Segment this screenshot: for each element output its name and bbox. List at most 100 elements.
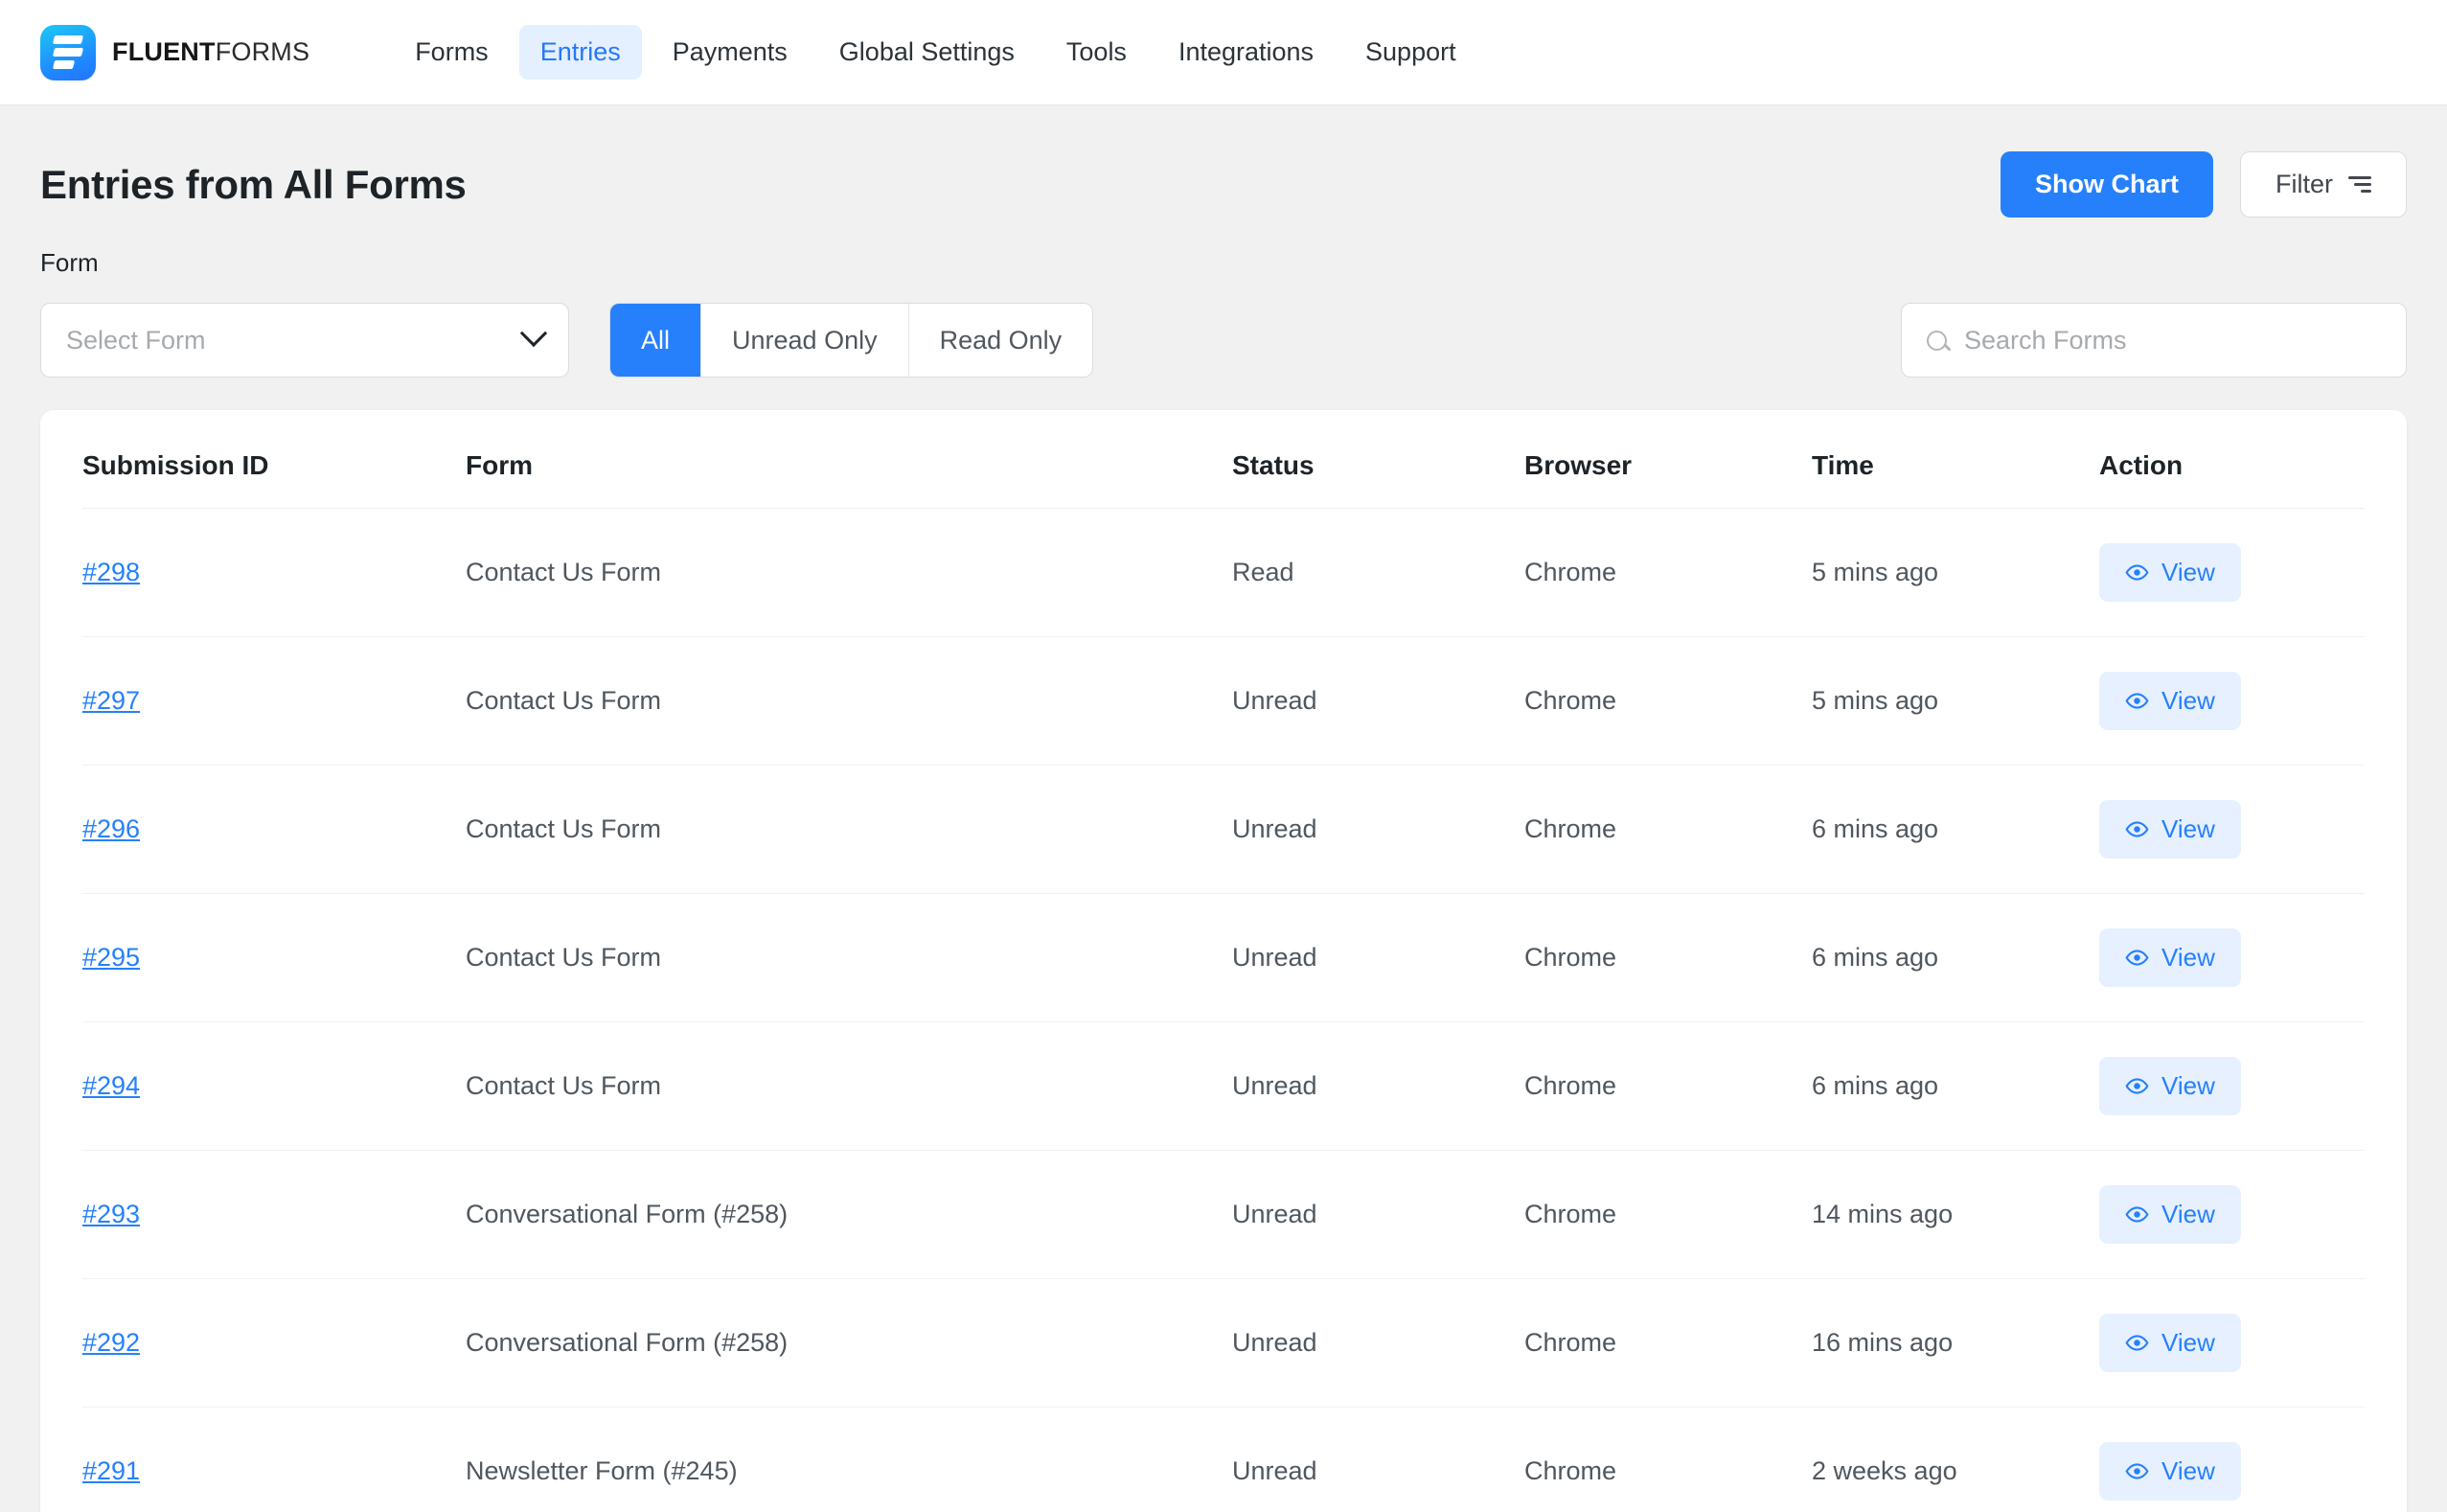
cell-status: Unread — [1232, 1022, 1524, 1151]
cell-time: 14 mins ago — [1812, 1151, 2099, 1279]
nav-item-support[interactable]: Support — [1344, 25, 1477, 80]
cell-status: Unread — [1232, 1151, 1524, 1279]
cell-form: Conversational Form (#258) — [466, 1279, 1232, 1408]
entries-table-body: #298Contact Us FormReadChrome5 mins agoV… — [82, 509, 2365, 1512]
cell-action: View — [2099, 766, 2365, 894]
column-header-form: Form — [466, 410, 1232, 509]
submission-id-link[interactable]: #293 — [82, 1200, 140, 1228]
select-form-placeholder: Select Form — [66, 326, 206, 355]
brand-name-bold: FLUENT — [112, 37, 216, 66]
search-input[interactable] — [1964, 326, 2381, 355]
chevron-down-icon — [520, 320, 547, 347]
header-actions: Show Chart Filter — [2001, 151, 2407, 218]
cell-action: View — [2099, 509, 2365, 637]
view-entry-button[interactable]: View — [2099, 1057, 2241, 1115]
search-area — [1901, 303, 2407, 378]
cell-status: Unread — [1232, 766, 1524, 894]
form-field-label: Form — [40, 248, 2407, 278]
nav-item-forms[interactable]: Forms — [394, 25, 510, 80]
cell-browser: Chrome — [1524, 1279, 1812, 1408]
filter-controls: Select Form All Unread Only Read Only — [40, 303, 2407, 378]
cell-browser: Chrome — [1524, 637, 1812, 766]
submission-id-link[interactable]: #291 — [82, 1456, 140, 1485]
search-icon — [1927, 331, 1947, 351]
page-header: Entries from All Forms Show Chart Filter — [40, 105, 2407, 218]
cell-form: Contact Us Form — [466, 766, 1232, 894]
table-row: #293Conversational Form (#258)UnreadChro… — [82, 1151, 2365, 1279]
cell-status: Unread — [1232, 637, 1524, 766]
search-forms-box[interactable] — [1901, 303, 2407, 378]
table-row: #292Conversational Form (#258)UnreadChro… — [82, 1279, 2365, 1408]
cell-time: 6 mins ago — [1812, 894, 2099, 1022]
submission-id-link[interactable]: #295 — [82, 943, 140, 972]
view-entry-button[interactable]: View — [2099, 1185, 2241, 1244]
submission-id-link[interactable]: #298 — [82, 558, 140, 586]
cell-submission-id: #293 — [82, 1151, 466, 1279]
view-entry-button[interactable]: View — [2099, 672, 2241, 730]
table-row: #294Contact Us FormUnreadChrome6 mins ag… — [82, 1022, 2365, 1151]
cell-submission-id: #296 — [82, 766, 466, 894]
cell-form: Contact Us Form — [466, 637, 1232, 766]
cell-status: Unread — [1232, 1408, 1524, 1512]
submission-id-link[interactable]: #297 — [82, 686, 140, 715]
submission-id-link[interactable]: #296 — [82, 814, 140, 843]
table-row: #296Contact Us FormUnreadChrome6 mins ag… — [82, 766, 2365, 894]
view-entry-button[interactable]: View — [2099, 543, 2241, 602]
cell-action: View — [2099, 1151, 2365, 1279]
nav-item-integrations[interactable]: Integrations — [1157, 25, 1335, 80]
submission-id-link[interactable]: #294 — [82, 1071, 140, 1100]
select-form-dropdown[interactable]: Select Form — [40, 303, 569, 378]
entries-table-card: Submission ID Form Status Browser Time A… — [40, 410, 2407, 1512]
cell-time: 5 mins ago — [1812, 509, 2099, 637]
eye-icon — [2125, 1203, 2149, 1226]
column-header-time: Time — [1812, 410, 2099, 509]
cell-form: Contact Us Form — [466, 1022, 1232, 1151]
column-header-status: Status — [1232, 410, 1524, 509]
view-button-label: View — [2161, 1200, 2215, 1229]
cell-action: View — [2099, 637, 2365, 766]
cell-form: Contact Us Form — [466, 894, 1232, 1022]
cell-form: Conversational Form (#258) — [466, 1151, 1232, 1279]
cell-submission-id: #295 — [82, 894, 466, 1022]
segment-read-only[interactable]: Read Only — [909, 304, 1093, 377]
brand-logo[interactable]: FLUENTFORMS — [40, 25, 309, 80]
filter-icon — [2348, 176, 2371, 193]
nav-item-tools[interactable]: Tools — [1045, 25, 1148, 80]
nav-item-global-settings[interactable]: Global Settings — [818, 25, 1036, 80]
brand-wordmark: FLUENTFORMS — [112, 37, 309, 67]
nav-item-entries[interactable]: Entries — [519, 25, 642, 80]
cell-browser: Chrome — [1524, 894, 1812, 1022]
entries-table-head: Submission ID Form Status Browser Time A… — [82, 410, 2365, 509]
cell-action: View — [2099, 1408, 2365, 1512]
page-title: Entries from All Forms — [40, 162, 467, 208]
cell-time: 5 mins ago — [1812, 637, 2099, 766]
filter-button-label: Filter — [2275, 170, 2333, 199]
brand-name-light: FORMS — [216, 37, 310, 66]
eye-icon — [2125, 946, 2149, 970]
view-entry-button[interactable]: View — [2099, 1314, 2241, 1372]
filter-button[interactable]: Filter — [2240, 151, 2407, 218]
view-entry-button[interactable]: View — [2099, 800, 2241, 859]
cell-submission-id: #291 — [82, 1408, 466, 1512]
view-button-label: View — [2161, 686, 2215, 716]
segment-unread-only[interactable]: Unread Only — [701, 304, 909, 377]
submission-id-link[interactable]: #292 — [82, 1328, 140, 1357]
view-button-label: View — [2161, 1328, 2215, 1358]
eye-icon — [2125, 1074, 2149, 1098]
cell-submission-id: #292 — [82, 1279, 466, 1408]
cell-time: 2 weeks ago — [1812, 1408, 2099, 1512]
cell-form: Newsletter Form (#245) — [466, 1408, 1232, 1512]
segment-all[interactable]: All — [610, 304, 701, 377]
view-entry-button[interactable]: View — [2099, 1442, 2241, 1501]
eye-icon — [2125, 561, 2149, 584]
main-nav: Forms Entries Payments Global Settings T… — [394, 25, 1476, 80]
table-row: #297 Contact Us FormUnreadChrome5 mins ag… — [82, 637, 2365, 766]
column-header-browser: Browser — [1524, 410, 1812, 509]
cell-status: Read — [1232, 509, 1524, 637]
nav-item-payments[interactable]: Payments — [652, 25, 809, 80]
view-entry-button[interactable]: View — [2099, 928, 2241, 987]
view-button-label: View — [2161, 558, 2215, 587]
show-chart-button[interactable]: Show Chart — [2001, 151, 2213, 218]
cell-time: 6 mins ago — [1812, 1022, 2099, 1151]
view-button-label: View — [2161, 1071, 2215, 1101]
